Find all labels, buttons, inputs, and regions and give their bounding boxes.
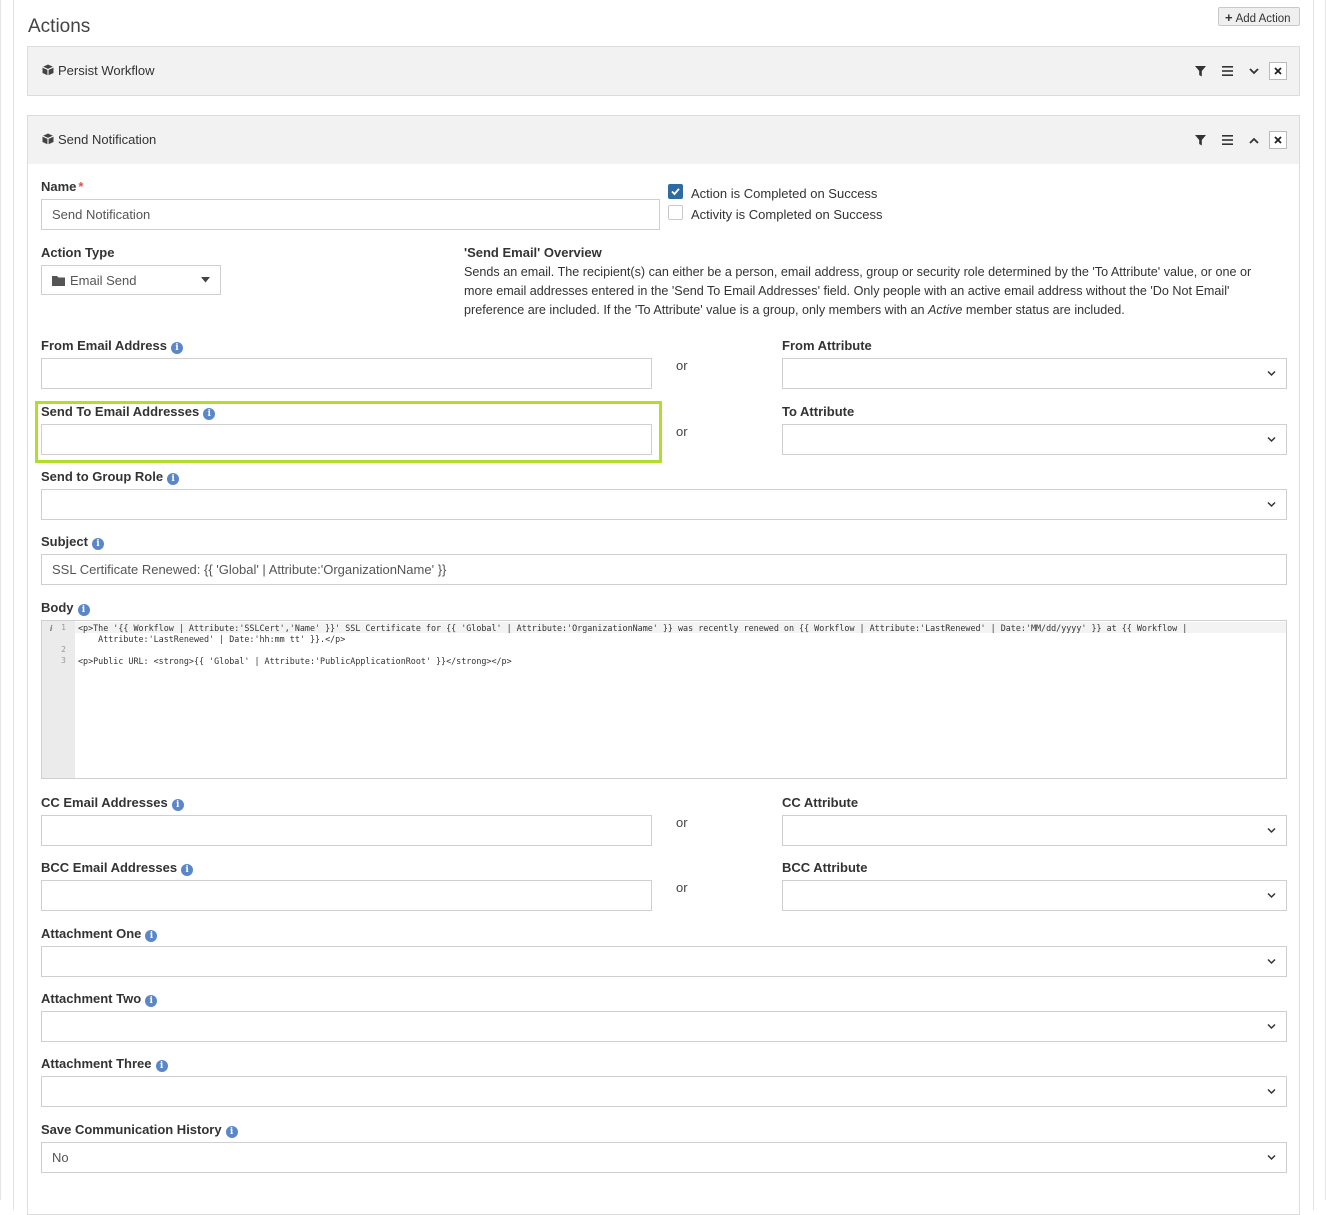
menu-icon[interactable] [1218, 131, 1236, 149]
attachment-two-label: Attachment Two i [41, 991, 158, 1007]
chevron-down-icon [1267, 501, 1276, 508]
send-to-emails-label: Send To Email Addresses i [41, 404, 216, 420]
send-to-emails-input[interactable] [41, 424, 652, 455]
info-icon[interactable]: i [170, 342, 183, 354]
caret-down-icon [201, 277, 210, 283]
subject-label: Subject i [41, 534, 104, 550]
add-action-button[interactable]: + Add Action [1218, 7, 1300, 26]
chevron-up-icon[interactable] [1245, 131, 1263, 149]
name-label: Name * [41, 179, 84, 194]
save-history-select[interactable]: No [41, 1142, 1287, 1173]
subject-input[interactable]: SSL Certificate Renewed: {{ 'Global' | A… [41, 554, 1287, 585]
cc-emails-input[interactable] [41, 815, 652, 846]
info-icon[interactable]: i [145, 930, 158, 942]
panel-header[interactable]: Send Notification [28, 116, 1299, 164]
attachment-one-select[interactable] [41, 946, 1287, 977]
overview-title: 'Send Email' Overview [464, 245, 602, 260]
chevron-down-icon [1267, 958, 1276, 965]
check-icon [671, 188, 680, 196]
info-icon[interactable]: i [171, 799, 184, 811]
or-text: or [676, 815, 688, 830]
close-icon[interactable] [1269, 131, 1287, 149]
code-line: <p>Public URL: <strong>{{ 'Global' | Att… [78, 656, 512, 666]
save-history-label: Save Communication History i [41, 1122, 238, 1138]
panel-actions [1187, 62, 1287, 82]
page-edge-right [1325, 0, 1326, 1200]
cube-icon [42, 64, 54, 76]
attachment-three-label: Attachment Three i [41, 1056, 168, 1072]
from-email-label: From Email Address i [41, 338, 183, 354]
chevron-down-icon [1267, 436, 1276, 443]
info-icon[interactable]: i [77, 604, 90, 616]
or-text: or [676, 358, 688, 373]
page-edge-left [0, 0, 1, 1200]
action-type-picker[interactable]: Email Send [41, 265, 221, 295]
filter-icon[interactable] [1191, 62, 1209, 80]
or-text: or [676, 880, 688, 895]
body-code-editor[interactable]: i 1 2 3 <p>The '{{ Workflow | Attribute:… [41, 620, 1287, 779]
line-number: 3 [61, 656, 66, 665]
action-type-label: Action Type [41, 245, 115, 260]
bcc-emails-label: BCC Email Addresses i [41, 860, 194, 876]
bcc-emails-input[interactable] [41, 880, 652, 911]
panel-title: Persist Workflow [42, 63, 155, 78]
overview-text: Sends an email. The recipient(s) can eit… [464, 265, 1252, 317]
attachment-three-select[interactable] [41, 1076, 1287, 1107]
to-attribute-label: To Attribute [782, 404, 855, 419]
bcc-attribute-select[interactable] [782, 880, 1287, 911]
code-line: Attribute:'LastRenewed' | Date:'hh:mm tt… [78, 634, 346, 644]
cc-attribute-select[interactable] [782, 815, 1287, 846]
from-attribute-label: From Attribute [782, 338, 872, 353]
attachment-two-select[interactable] [41, 1011, 1287, 1042]
group-role-label: Send to Group Role i [41, 469, 180, 485]
cc-attribute-label: CC Attribute [782, 795, 859, 810]
cube-icon [42, 133, 54, 145]
chevron-down-icon [1267, 1154, 1276, 1161]
chevron-down-icon [1267, 827, 1276, 834]
filter-icon[interactable] [1191, 131, 1209, 149]
info-icon[interactable]: i [145, 995, 158, 1007]
name-input[interactable]: Send Notification [41, 199, 660, 230]
page-title: Actions [28, 15, 91, 37]
info-icon[interactable]: i [155, 1060, 168, 1072]
action-panel-persist-workflow: Persist Workflow [27, 46, 1300, 96]
action-completed-checkbox[interactable] [668, 184, 683, 199]
attachment-one-label: Attachment One i [41, 926, 158, 942]
action-completed-label: Action is Completed on Success [691, 186, 878, 201]
plus-icon: + [1225, 10, 1233, 25]
from-attribute-select[interactable] [782, 358, 1287, 389]
editor-gutter: i 1 2 3 [42, 621, 75, 778]
line-number: 2 [61, 645, 66, 654]
activity-completed-label: Activity is Completed on Success [691, 207, 883, 222]
info-icon[interactable]: i [91, 538, 104, 550]
to-attribute-select[interactable] [782, 424, 1287, 455]
menu-icon[interactable] [1218, 62, 1236, 80]
code-line: <p>The '{{ Workflow | Attribute:'SSLCert… [78, 623, 1188, 633]
info-icon[interactable]: i [203, 408, 216, 420]
from-email-input[interactable] [41, 358, 652, 389]
body-label: Body i [41, 600, 90, 616]
info-icon[interactable]: i [181, 864, 194, 876]
close-icon[interactable] [1269, 62, 1287, 80]
or-text: or [676, 424, 688, 439]
required-indicator: * [78, 179, 84, 194]
folder-icon [52, 276, 65, 286]
group-role-select[interactable] [41, 489, 1287, 520]
chevron-down-icon[interactable] [1245, 62, 1263, 80]
chevron-down-icon [1267, 370, 1276, 377]
line-number: 1 [61, 623, 66, 632]
panel-title: Send Notification [42, 132, 156, 147]
activity-completed-checkbox[interactable] [668, 205, 683, 220]
info-icon[interactable]: i [167, 473, 180, 485]
chevron-down-icon [1267, 892, 1276, 899]
panel-header[interactable]: Persist Workflow [28, 47, 1299, 95]
bcc-attribute-label: BCC Attribute [782, 860, 868, 875]
info-icon[interactable]: i [225, 1126, 238, 1138]
cc-emails-label: CC Email Addresses i [41, 795, 184, 811]
panel-actions [1187, 131, 1287, 151]
chevron-down-icon [1267, 1023, 1276, 1030]
add-action-label: Add Action [1235, 13, 1291, 25]
chevron-down-icon [1267, 1088, 1276, 1095]
